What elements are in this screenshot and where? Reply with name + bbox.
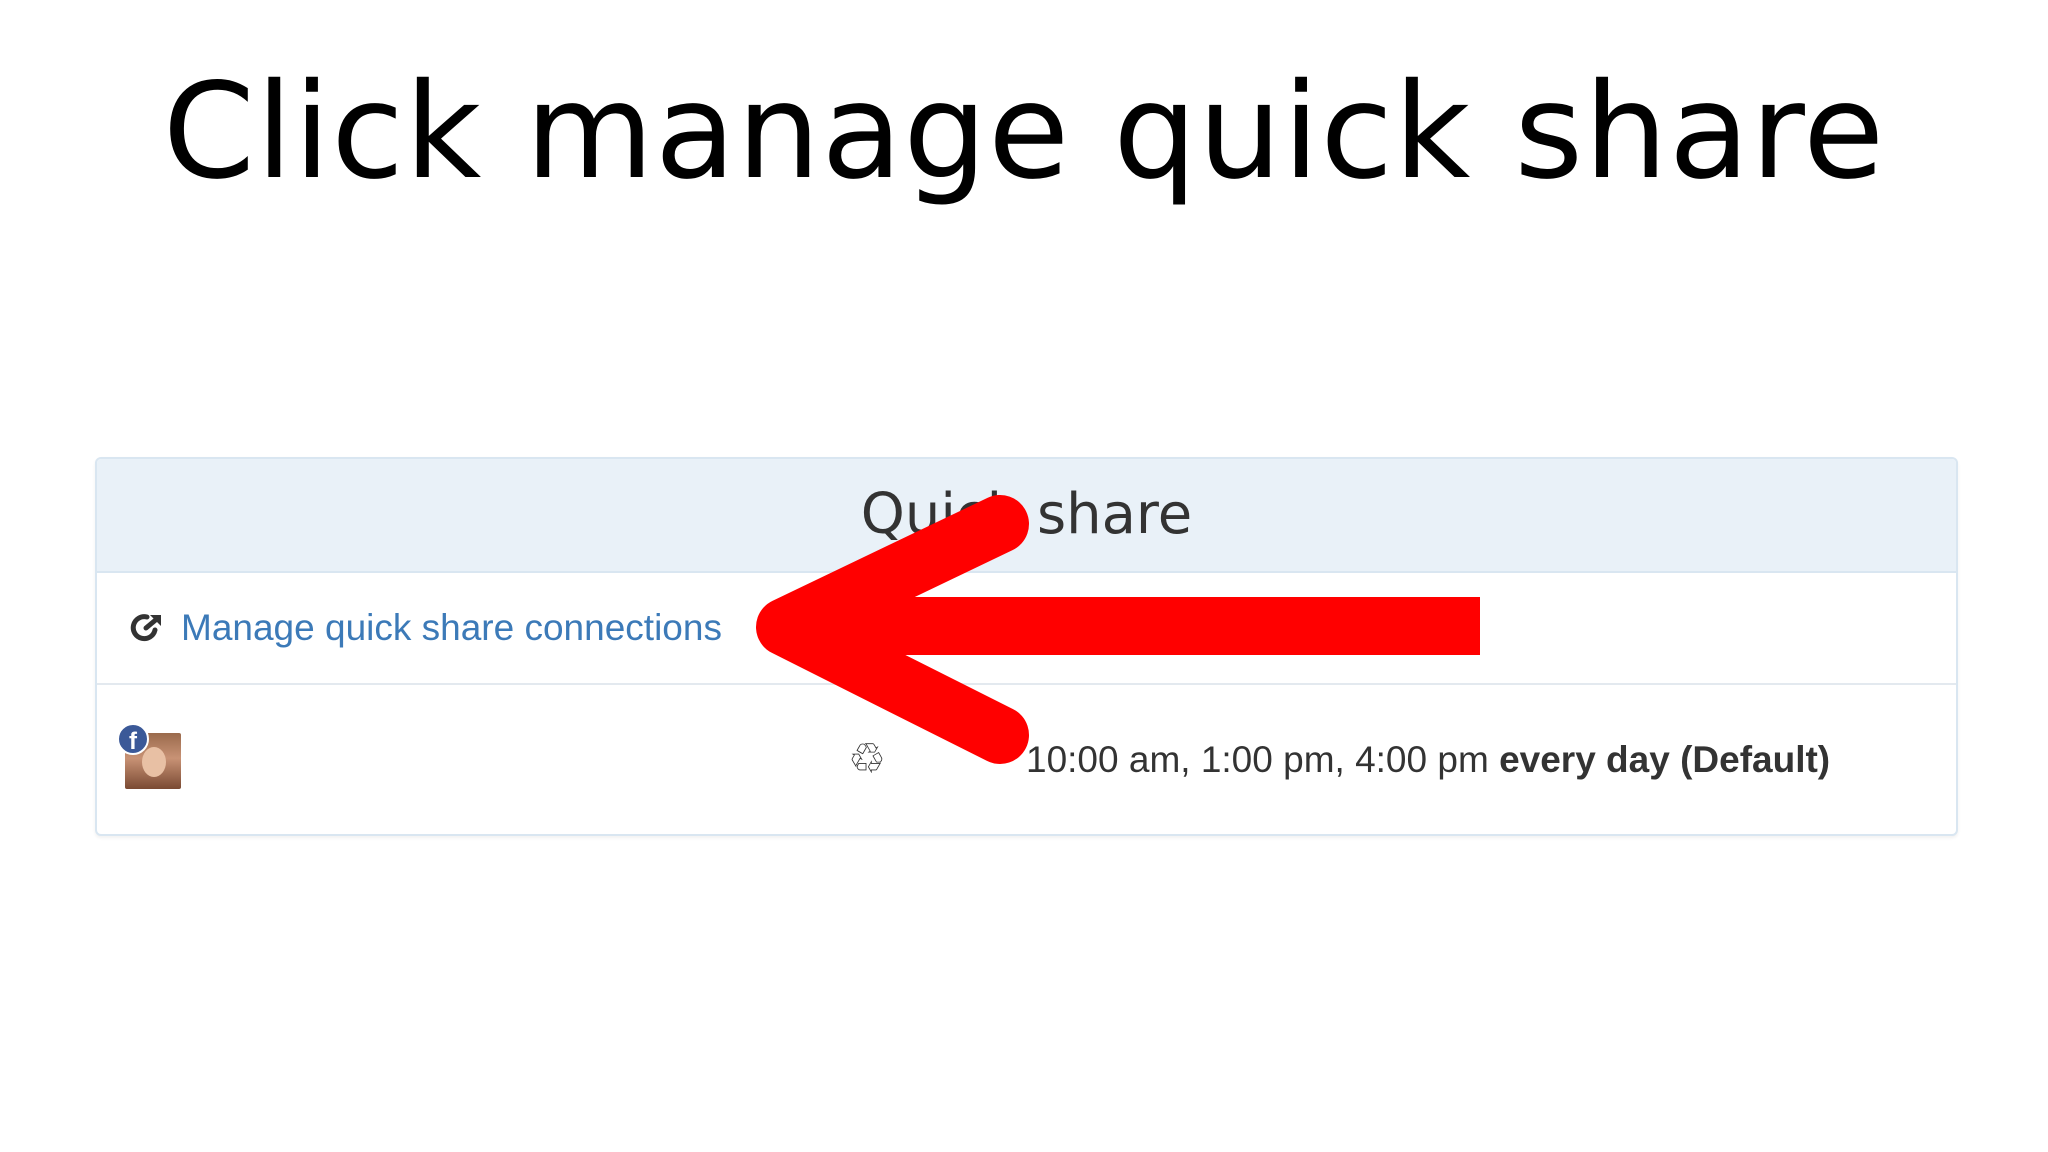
- recycle-icon[interactable]: ♲: [845, 737, 889, 781]
- facebook-icon: f: [117, 723, 149, 755]
- account-row: f ♲ 10:00 am, 1:00 pm, 4:00 pm every day…: [97, 685, 1956, 834]
- manage-quick-share-link[interactable]: Manage quick share connections: [181, 607, 722, 649]
- quick-share-panel: Quick share Manage quick share connectio…: [95, 457, 1958, 836]
- share-icon: [127, 608, 167, 648]
- schedule-text: 10:00 am, 1:00 pm, 4:00 pm every day (De…: [1026, 737, 1830, 783]
- manage-connections-row: Manage quick share connections: [97, 573, 1956, 685]
- account-avatar[interactable]: f: [117, 723, 181, 791]
- schedule-times: 10:00 am, 1:00 pm, 4:00 pm: [1026, 739, 1489, 780]
- panel-header: Quick share: [97, 459, 1956, 573]
- schedule-recurrence: every day (Default): [1499, 739, 1831, 780]
- slide-title: Click manage quick share: [162, 55, 1886, 209]
